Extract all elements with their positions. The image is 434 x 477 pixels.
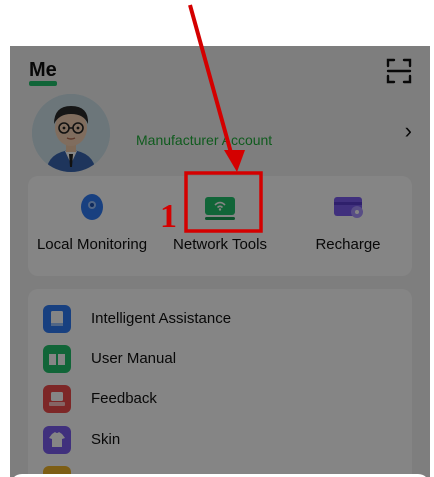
me-screen: Me Manufacturer Account › Local Monitori… — [10, 46, 430, 477]
menu-item-label: Intelligent Assistance — [91, 310, 232, 327]
account-label[interactable]: Manufacturer Account — [136, 132, 272, 148]
menu-item-intelligent-assistance[interactable]: Intelligent Assistance — [28, 299, 412, 339]
menu-item-user-manual[interactable]: User Manual — [28, 339, 412, 379]
tools-card: Local Monitoring Network Tools Recharge — [28, 176, 412, 276]
menu-item-label: Skin — [91, 431, 121, 448]
recharge-button[interactable]: Recharge — [284, 186, 412, 266]
menu-card: Intelligent Assistance User Manual Feedb… — [28, 289, 412, 477]
title-underline — [29, 81, 57, 86]
feedback-icon — [43, 385, 71, 413]
camera-icon — [75, 192, 109, 222]
wallet-card-icon — [331, 192, 365, 222]
step-number: 1 — [160, 198, 177, 235]
menu-item-label: User Manual — [91, 350, 177, 367]
menu-item-feedback[interactable]: Feedback — [28, 379, 412, 419]
page-title: Me — [29, 59, 57, 81]
manual-book-icon — [43, 345, 71, 373]
assistant-book-icon — [43, 305, 71, 333]
network-tools-label: Network Tools — [173, 236, 267, 253]
recharge-label: Recharge — [315, 236, 381, 253]
menu-item-skin[interactable]: Skin — [28, 420, 412, 460]
scan-icon[interactable] — [386, 58, 412, 84]
chevron-right-icon[interactable]: › — [405, 118, 412, 144]
avatar[interactable] — [32, 94, 110, 172]
local-monitoring-button[interactable]: Local Monitoring — [28, 186, 156, 266]
router-icon — [203, 192, 237, 222]
shirt-icon — [43, 426, 71, 454]
menu-item-label: Feedback — [91, 390, 157, 407]
local-monitoring-label: Local Monitoring — [36, 236, 148, 253]
